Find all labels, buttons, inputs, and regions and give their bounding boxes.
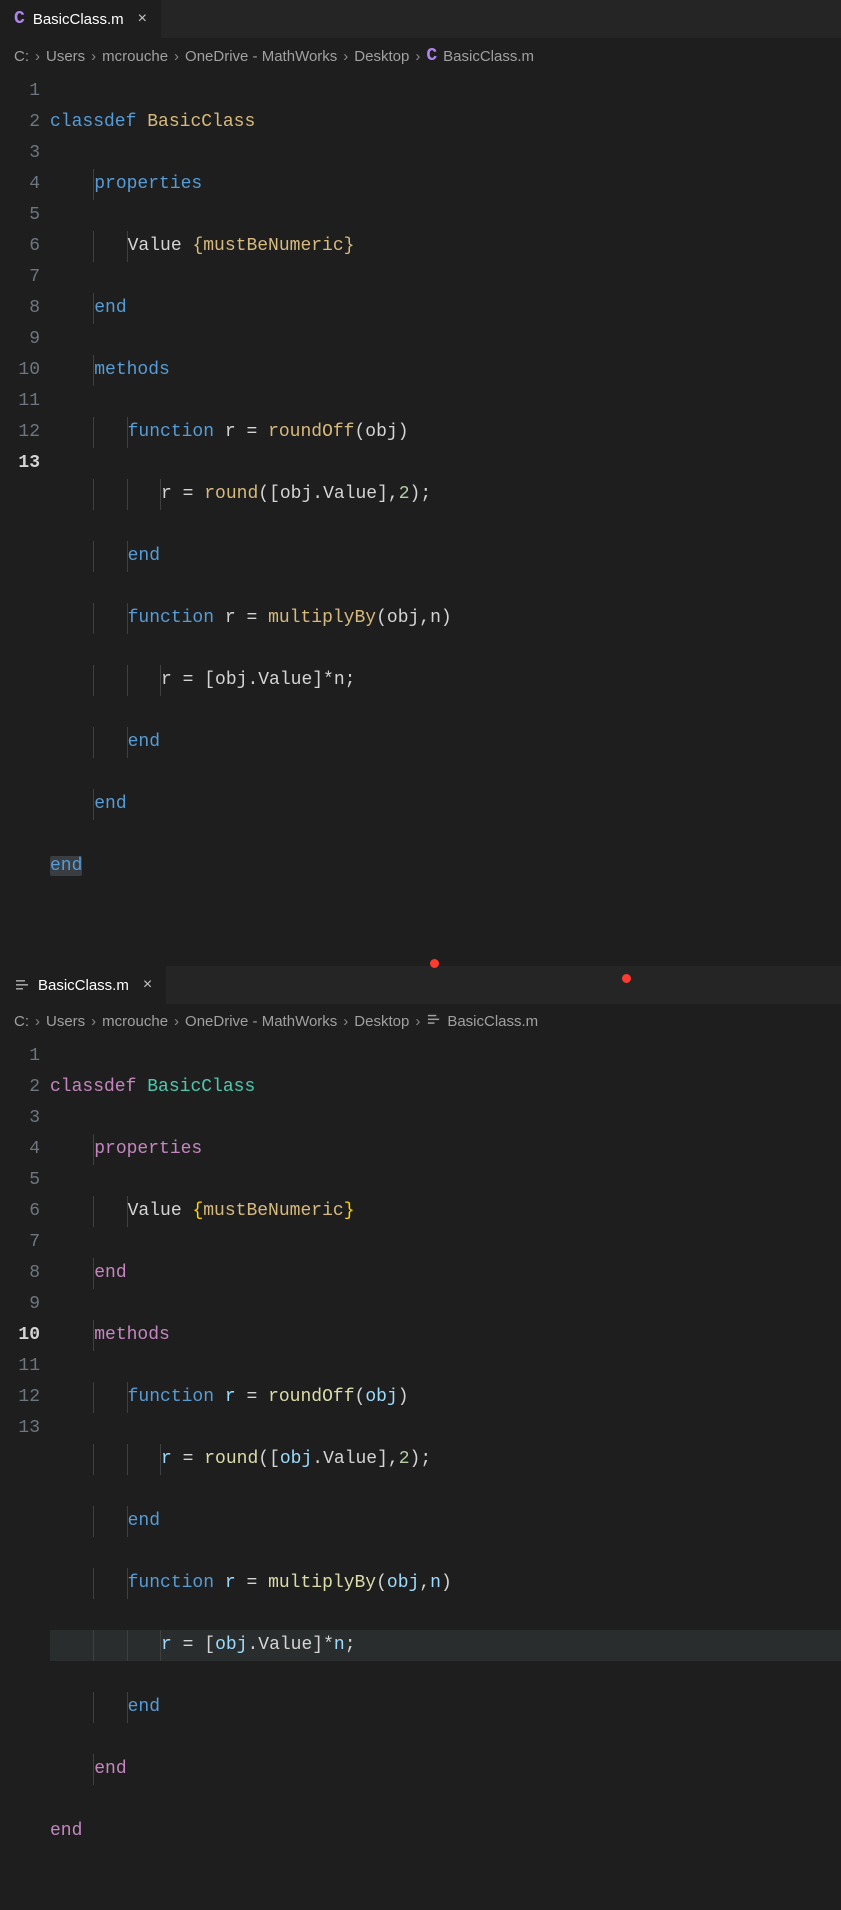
crumb[interactable]: OneDrive - MathWorks (185, 48, 337, 65)
breadcrumb[interactable]: C: › Users › mcrouche › OneDrive - MathW… (0, 38, 841, 76)
crumb[interactable]: Desktop (354, 48, 409, 65)
tab-filename: BasicClass.m (38, 977, 129, 994)
chevron-right-icon: › (174, 1013, 179, 1030)
code-line[interactable]: end (50, 1816, 841, 1847)
tab-bar: C BasicClass.m × (0, 0, 841, 38)
file-lines-icon (14, 977, 30, 993)
chevron-right-icon: › (174, 48, 179, 65)
crumb-filename: BasicClass.m (447, 1013, 538, 1030)
chevron-right-icon: › (35, 1013, 40, 1030)
code-line[interactable]: classdef BasicClass (50, 107, 841, 138)
code-line[interactable]: methods (50, 355, 841, 386)
code-line[interactable]: r = [obj.Value]*n; (50, 1630, 841, 1661)
code-line[interactable]: Value {mustBeNumeric} (50, 1196, 841, 1227)
crumb[interactable]: OneDrive - MathWorks (185, 1013, 337, 1030)
code-line[interactable]: function r = multiplyBy(obj,n) (50, 1568, 841, 1599)
chevron-right-icon: › (343, 1013, 348, 1030)
code-line[interactable]: end (50, 1754, 841, 1785)
line-number-gutter: 1 2 3 4 5 6 7 8 9 10 11 12 13 (6, 76, 50, 944)
editor-pane-bottom: BasicClass.m × C: › Users › mcrouche › O… (0, 966, 841, 1909)
code-line[interactable]: end (50, 789, 841, 820)
tab-filename: BasicClass.m (33, 11, 124, 28)
code-line[interactable]: end (50, 851, 841, 882)
crumb[interactable]: Users (46, 48, 85, 65)
crumb-file[interactable]: BasicClass.m (426, 1012, 538, 1031)
code-line[interactable]: r = [obj.Value]*n; (50, 665, 841, 696)
code-line[interactable]: end (50, 541, 841, 572)
chevron-right-icon: › (415, 1013, 420, 1030)
annotation-dot-icon (430, 959, 439, 968)
crumb[interactable]: Users (46, 1013, 85, 1030)
code-line[interactable]: Value {mustBeNumeric} (50, 231, 841, 262)
editor-pane-top: C BasicClass.m × C: › Users › mcrouche ›… (0, 0, 841, 944)
editor-tab[interactable]: BasicClass.m × (0, 966, 167, 1004)
crumb[interactable]: Desktop (354, 1013, 409, 1030)
annotation-dot-icon (622, 974, 631, 983)
code-line[interactable]: end (50, 293, 841, 324)
breadcrumb[interactable]: C: › Users › mcrouche › OneDrive - MathW… (0, 1004, 841, 1041)
code-line[interactable]: function r = multiplyBy(obj,n) (50, 603, 841, 634)
close-icon[interactable]: × (138, 10, 147, 28)
chevron-right-icon: › (35, 48, 40, 65)
code-line[interactable]: properties (50, 1134, 841, 1165)
code-line[interactable]: end (50, 1692, 841, 1723)
chevron-right-icon: › (91, 1013, 96, 1030)
code-content[interactable]: classdef BasicClass properties Value {mu… (50, 1041, 841, 1909)
crumb[interactable]: mcrouche (102, 48, 168, 65)
code-line[interactable]: properties (50, 169, 841, 200)
file-type-c-icon: C (426, 46, 437, 66)
file-lines-icon (426, 1012, 441, 1031)
code-line[interactable]: r = round([obj.Value],2); (50, 479, 841, 510)
close-icon[interactable]: × (143, 976, 152, 994)
crumb-filename: BasicClass.m (443, 48, 534, 65)
code-line[interactable]: function r = roundOff(obj) (50, 417, 841, 448)
chevron-right-icon: › (415, 48, 420, 65)
crumb[interactable]: mcrouche (102, 1013, 168, 1030)
editor-tab[interactable]: C BasicClass.m × (0, 0, 162, 38)
code-area[interactable]: 1 2 3 4 5 6 7 8 9 10 11 12 13 classdef B… (0, 76, 841, 944)
code-line[interactable]: r = round([obj.Value],2); (50, 1444, 841, 1475)
code-line[interactable]: classdef BasicClass (50, 1072, 841, 1103)
file-type-c-icon: C (14, 9, 25, 29)
crumb-file[interactable]: C BasicClass.m (426, 46, 534, 66)
code-line[interactable]: end (50, 1258, 841, 1289)
code-area[interactable]: 1 2 3 4 5 6 7 8 9 10 11 12 13 classdef B… (0, 1041, 841, 1909)
code-line[interactable]: function r = roundOff(obj) (50, 1382, 841, 1413)
chevron-right-icon: › (91, 48, 96, 65)
code-line[interactable]: methods (50, 1320, 841, 1351)
crumb[interactable]: C: (14, 48, 29, 65)
line-number-gutter: 1 2 3 4 5 6 7 8 9 10 11 12 13 (6, 1041, 50, 1909)
code-line[interactable]: end (50, 727, 841, 758)
tab-bar: BasicClass.m × (0, 966, 841, 1004)
code-line[interactable]: end (50, 1506, 841, 1537)
pane-divider[interactable] (0, 944, 841, 966)
chevron-right-icon: › (343, 48, 348, 65)
code-content[interactable]: classdef BasicClass properties Value {mu… (50, 76, 841, 944)
crumb[interactable]: C: (14, 1013, 29, 1030)
